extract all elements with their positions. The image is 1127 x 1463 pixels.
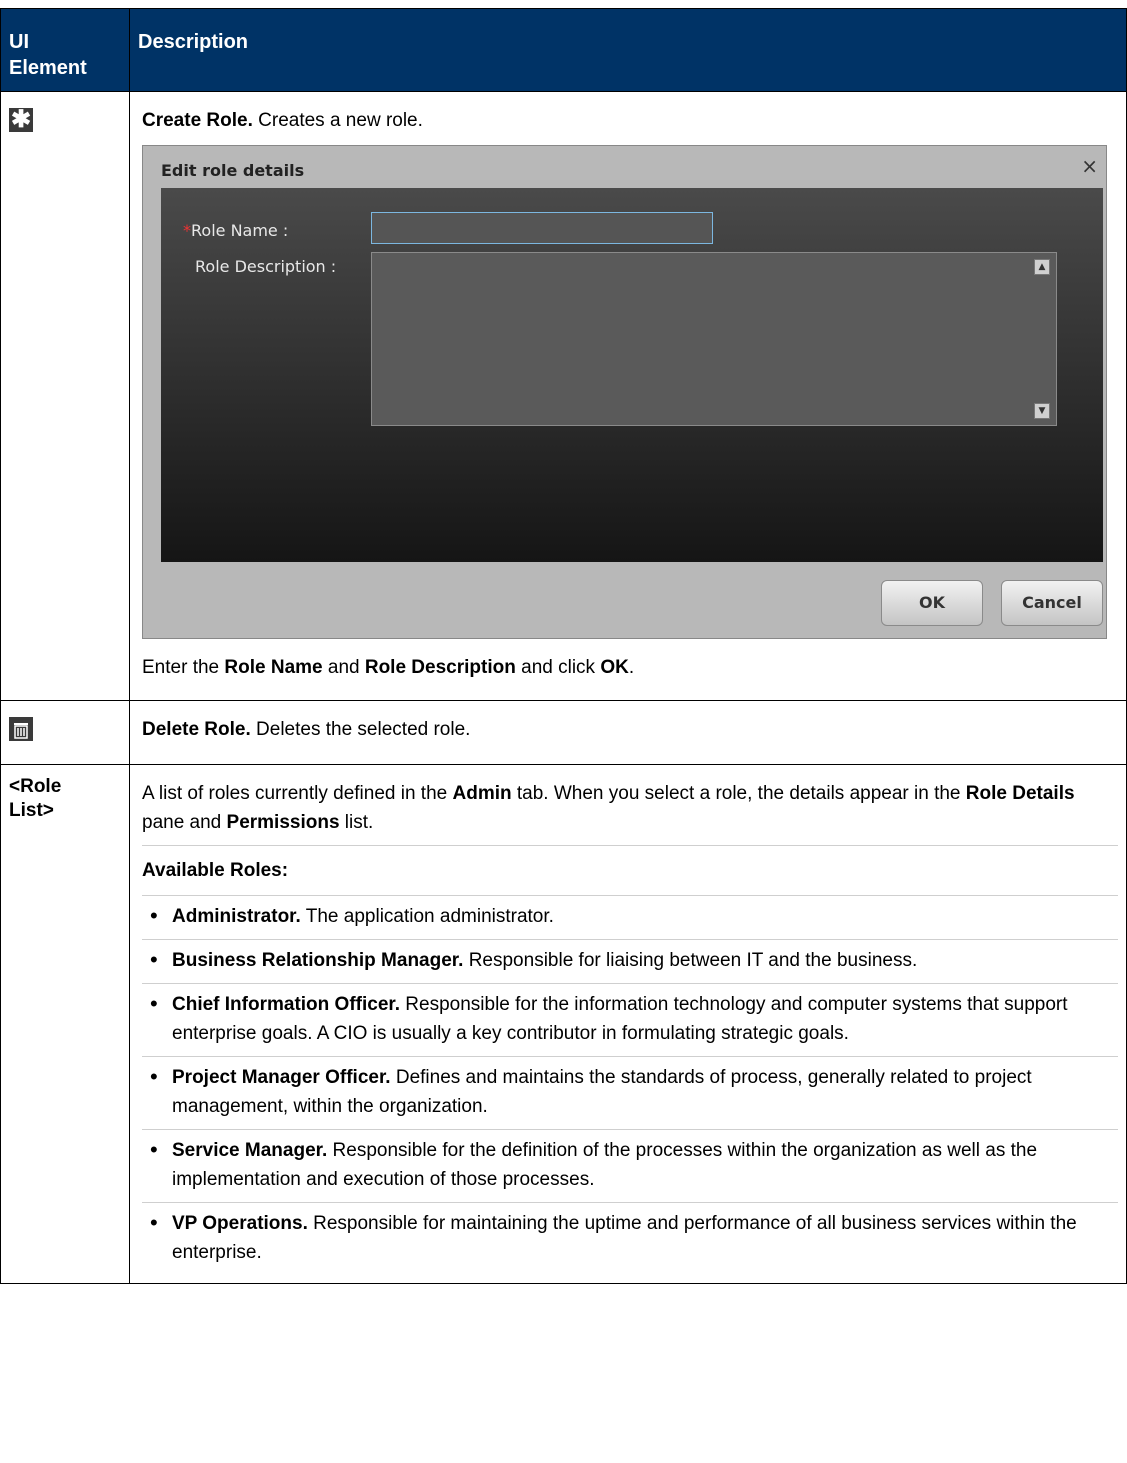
create-role-text: Create Role. Creates a new role. [142,110,423,131]
dialog-title: Edit role details [161,161,305,180]
cancel-button[interactable]: Cancel [1001,580,1103,626]
available-roles-label: Available Roles: [142,860,289,881]
edit-role-dialog: Edit role details × *Role Name : Role De… [142,145,1107,639]
list-item: VP Operations. Responsible for maintaini… [142,1202,1118,1275]
table-row-role-list: <Role List> A list of roles currently def… [0,764,1127,1284]
asterisk-icon[interactable]: ✱ [9,108,33,132]
cell-description: Create Role. Creates a new role. Edit ro… [129,91,1127,701]
role-description-textarea[interactable]: ▲ ▼ [371,252,1057,426]
list-item: Chief Information Officer. Responsible f… [142,983,1118,1056]
cell-description: Delete Role. Deletes the selected role. [129,700,1127,765]
roles-list: Administrator. The application administr… [142,895,1118,1275]
ui-elements-table: UI Element Description ✱ Create Role. Cre… [0,8,1127,1284]
create-role-instructions: Enter the Role Name and Role Description… [142,657,635,678]
table-row-create-role: ✱ Create Role. Creates a new role. Edit … [0,91,1127,701]
list-item: Project Manager Officer. Defines and mai… [142,1056,1118,1129]
cell-icon [0,700,130,765]
role-name-label: *Role Name : [183,221,289,240]
scroll-down-icon[interactable]: ▼ [1034,403,1050,419]
dialog-body: *Role Name : Role Description : ▲ ▼ [161,188,1103,562]
role-list-intro: A list of roles currently defined in the… [142,779,1118,846]
table-header-row: UI Element Description [0,8,1127,92]
role-name-input[interactable] [371,212,713,244]
cell-icon: ✱ [0,91,130,701]
list-item: Service Manager. Responsible for the def… [142,1129,1118,1202]
list-item: Administrator. The application administr… [142,895,1118,939]
ok-button[interactable]: OK [881,580,983,626]
list-item: Business Relationship Manager. Responsib… [142,939,1118,983]
table-row-delete-role: Delete Role. Deletes the selected role. [0,700,1127,765]
trash-icon[interactable] [9,717,33,741]
scroll-up-icon[interactable]: ▲ [1034,259,1050,275]
header-ui-element: UI Element [0,8,130,92]
trash-icon-glyph [14,723,28,739]
role-description-label: Role Description : [195,257,337,276]
delete-role-text: Delete Role. Deletes the selected role. [142,719,471,740]
cell-description: A list of roles currently defined in the… [129,764,1127,1284]
cell-element-role-list: <Role List> [0,764,130,1284]
close-icon[interactable]: × [1081,152,1098,181]
header-description: Description [129,8,1127,92]
